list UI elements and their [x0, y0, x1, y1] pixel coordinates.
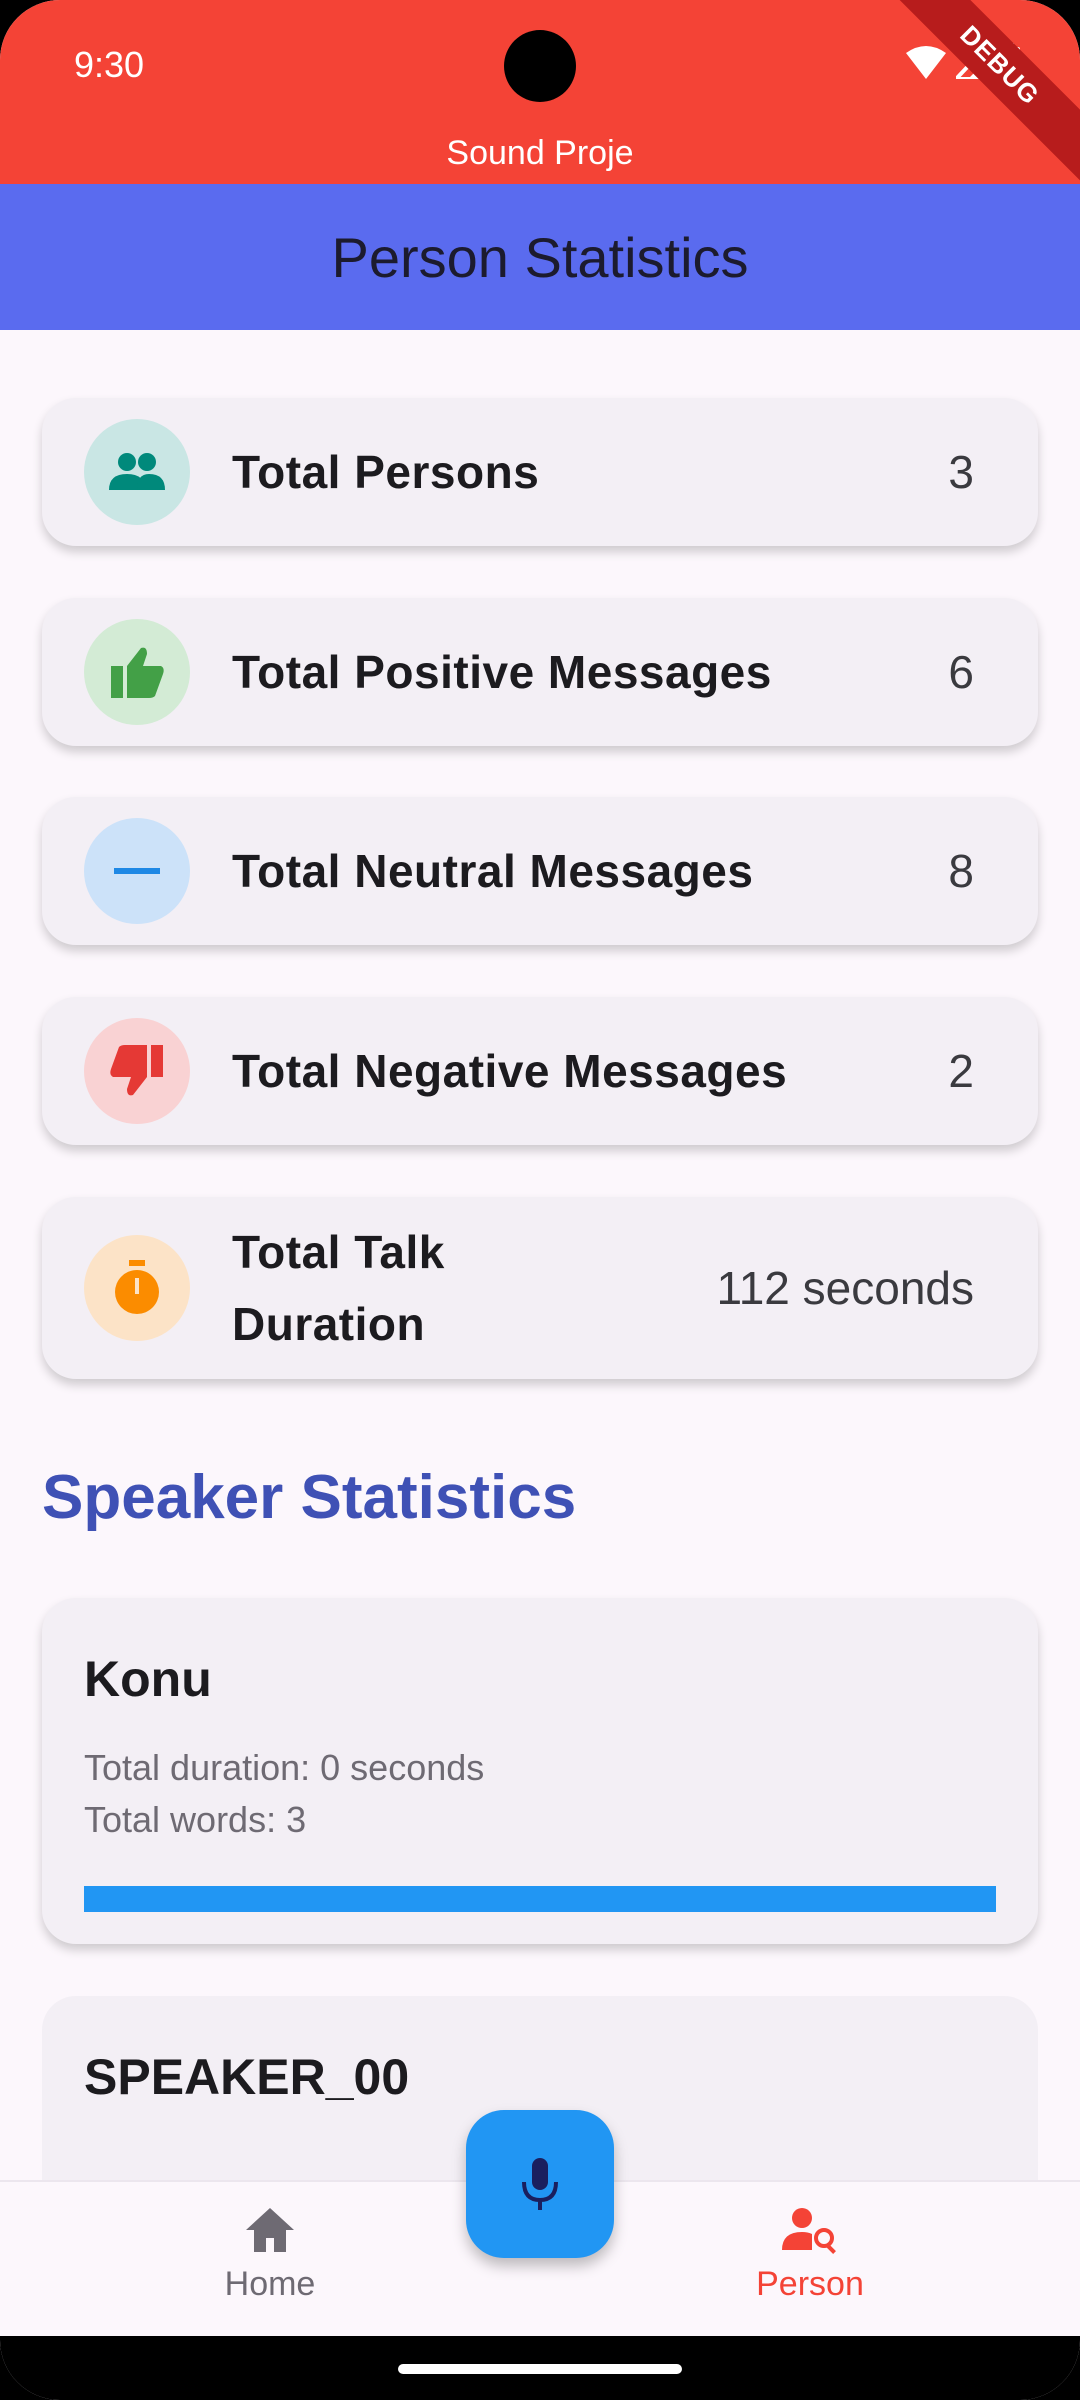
- people-icon: [109, 453, 165, 490]
- stat-card-talk-duration: Total Talk Duration 112 seconds: [42, 1197, 1038, 1379]
- stat-label: Total Persons: [232, 446, 540, 498]
- stat-value: 3: [948, 446, 974, 498]
- app-name-label: Sound Proje: [446, 134, 634, 172]
- thumbs-up-icon: [111, 647, 164, 698]
- speaker-progress-bar: [84, 1886, 996, 1912]
- stat-value: 2: [948, 1045, 974, 1097]
- stat-icon-badge: [84, 1235, 190, 1341]
- stat-card-total-persons: Total Persons 3: [42, 398, 1038, 546]
- stat-value: 8: [948, 845, 974, 897]
- timer-icon: [115, 1260, 159, 1314]
- stat-card-positive-messages: Total Positive Messages 6: [42, 598, 1038, 746]
- section-title: Speaker Statistics: [42, 1463, 577, 1532]
- stat-icon-badge: [84, 419, 190, 525]
- stat-label: Total Positive Messages: [232, 646, 772, 698]
- home-indicator[interactable]: [398, 2364, 682, 2374]
- stat-card-negative-messages: Total Negative Messages 2: [42, 997, 1038, 1145]
- stat-value: 112 seconds: [716, 1262, 974, 1314]
- thumbs-down-icon: [110, 1045, 163, 1096]
- camera-cutout: [504, 30, 576, 102]
- stat-value: 6: [948, 646, 974, 698]
- speaker-name: SPEAKER_00: [84, 2049, 410, 2105]
- nav-item-person[interactable]: Person: [710, 2206, 910, 2304]
- speaker-card: Konu Total duration: 0 seconds Total wor…: [42, 1598, 1038, 1944]
- stat-card-neutral-messages: Total Neutral Messages 8: [42, 797, 1038, 945]
- stat-label: Total Negative Messages: [232, 1045, 788, 1097]
- person-search-icon: [782, 2208, 836, 2254]
- record-fab-button[interactable]: [466, 2110, 614, 2258]
- stat-label: Total Talk Duration: [232, 1226, 445, 1350]
- minus-icon: [114, 868, 160, 874]
- status-time: 9:30: [74, 44, 145, 85]
- stat-icon-badge: [84, 818, 190, 924]
- speaker-words: Total words: 3: [84, 1799, 307, 1840]
- screen: 9:30 Sound Proje DEBUG Person Statistics…: [0, 0, 1080, 2400]
- app-bar: Person Statistics: [0, 184, 1080, 330]
- nav-item-home[interactable]: Home: [170, 2206, 370, 2304]
- stat-icon-badge: [84, 619, 190, 725]
- nav-label-person: Person: [756, 2265, 864, 2303]
- stat-icon-badge: [84, 1018, 190, 1124]
- home-icon: [246, 2208, 294, 2252]
- speaker-name: Konu: [84, 1651, 212, 1707]
- status-bar: 9:30 Sound Proje DEBUG: [0, 0, 1080, 189]
- wifi-icon: [906, 46, 946, 79]
- speaker-duration: Total duration: 0 seconds: [84, 1747, 485, 1788]
- page-title: Person Statistics: [331, 225, 749, 289]
- microphone-icon: [522, 2158, 558, 2210]
- nav-label-home: Home: [224, 2265, 316, 2303]
- stat-label: Total Neutral Messages: [232, 845, 754, 897]
- speaker-meta: Total duration: 0 seconds Total words: 3: [84, 1742, 996, 1846]
